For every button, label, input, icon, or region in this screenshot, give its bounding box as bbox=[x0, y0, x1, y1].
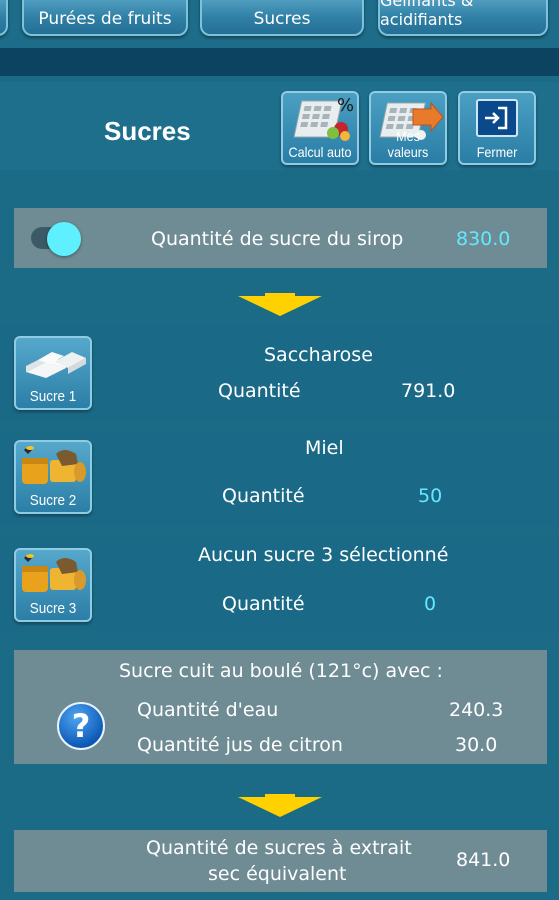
water-value: 240.3 bbox=[449, 699, 504, 721]
down-arrow-icon bbox=[238, 296, 322, 316]
syrup-label: Quantité de sucre du sirop bbox=[151, 228, 404, 250]
lemon-label: Quantité jus de citron bbox=[137, 734, 343, 756]
tab-previous[interactable] bbox=[0, 0, 8, 36]
sugar-1-name: Saccharose bbox=[264, 344, 373, 366]
button-label: Sucre 2 bbox=[29, 492, 77, 509]
mes-valeurs-button[interactable]: Mes valeurs bbox=[369, 91, 447, 165]
sucre-2-button[interactable]: Sucre 2 bbox=[14, 440, 92, 514]
button-label: Fermer bbox=[476, 144, 518, 160]
sugar-1-qty: 791.0 bbox=[401, 380, 456, 402]
svg-text:%: % bbox=[337, 95, 354, 116]
sugar-cubes-icon bbox=[26, 352, 86, 378]
sucre-1-button[interactable]: Sucre 1 bbox=[14, 336, 92, 410]
tab-label: Purées de fruits bbox=[38, 9, 172, 29]
calcul-auto-button[interactable]: % Calcul auto bbox=[281, 91, 359, 165]
calculator-fruit-icon: % bbox=[293, 95, 354, 141]
lemon-value: 30.0 bbox=[455, 734, 498, 756]
cooking-title: Sucre cuit au boulé (121°c) avec : bbox=[119, 660, 443, 682]
sugar-3-qty[interactable]: 0 bbox=[424, 593, 436, 615]
honey-icon bbox=[22, 554, 86, 592]
syrup-toggle-knob[interactable] bbox=[47, 222, 81, 256]
tab-label: Gélifiants & acidifiants bbox=[380, 0, 474, 29]
sugar-3-name: Aucun sucre 3 sélectionné bbox=[198, 544, 449, 566]
button-label: Mes valeurs bbox=[387, 128, 429, 160]
tab-bar: Purées de fruits Sucres Gélifiants & aci… bbox=[0, 0, 559, 48]
page-title: Sucres bbox=[104, 116, 191, 146]
tab-label: Sucres bbox=[253, 9, 311, 29]
total-label-line1: Quantité de sucres à extrait bbox=[146, 837, 412, 859]
fermer-button[interactable]: Fermer bbox=[458, 91, 536, 165]
separator-bar bbox=[0, 48, 559, 76]
total-label-line2: sec équivalent bbox=[208, 863, 347, 885]
button-label: Calcul auto bbox=[288, 144, 352, 160]
syrup-value[interactable]: 830.0 bbox=[456, 228, 510, 250]
button-label: Sucre 1 bbox=[29, 388, 77, 405]
tab-purees-de-fruits[interactable]: Purées de fruits bbox=[22, 0, 188, 36]
water-label: Quantité d'eau bbox=[137, 699, 279, 721]
sugar-3-qty-label: Quantité bbox=[222, 593, 305, 615]
sugar-2-qty[interactable]: 50 bbox=[418, 485, 442, 507]
tab-sucres[interactable]: Sucres bbox=[200, 0, 364, 36]
help-icon[interactable]: ? bbox=[57, 702, 105, 750]
tab-gelifiants[interactable]: Gélifiants & acidifiants bbox=[378, 0, 548, 36]
exit-icon bbox=[476, 99, 518, 137]
sucre-3-button[interactable]: Sucre 3 bbox=[14, 548, 92, 622]
honey-icon bbox=[22, 446, 86, 484]
button-label: Sucre 3 bbox=[29, 600, 77, 617]
sugar-2-qty-label: Quantité bbox=[222, 485, 305, 507]
sugar-1-qty-label: Quantité bbox=[218, 380, 301, 402]
down-arrow-icon bbox=[238, 797, 322, 817]
sugar-2-name: Miel bbox=[305, 437, 344, 459]
total-value: 841.0 bbox=[456, 849, 511, 871]
